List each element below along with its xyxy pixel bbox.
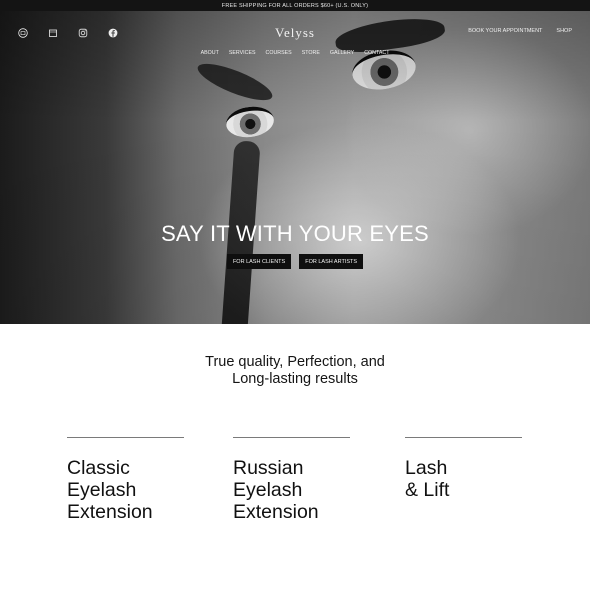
announcement-bar: FREE SHIPPING FOR ALL ORDERS $60+ (U.S. … (0, 0, 590, 11)
nav-item-contact[interactable]: CONTACT (364, 50, 389, 56)
service-title-line: Extension (233, 501, 319, 523)
tagline: True quality, Perfection, and Long-lasti… (0, 354, 590, 388)
tagline-line: True quality, Perfection, and (205, 354, 385, 370)
shop-link[interactable]: SHOP (556, 28, 572, 34)
hero-title: SAY IT WITH YOUR EYES (161, 221, 429, 246)
divider (405, 437, 522, 438)
nav-item-courses[interactable]: COURSES (266, 50, 292, 56)
main-nav: ABOUT SERVICES COURSES STORE GALLERY CON… (0, 50, 590, 56)
nav-item-store[interactable]: STORE (302, 50, 320, 56)
service-card-classic[interactable]: Classic Eyelash Extension (67, 437, 184, 523)
hero-overlay (0, 11, 590, 324)
header-links: BOOK YOUR APPOINTMENT SHOP (468, 28, 572, 34)
tagline-line: Long-lasting results (232, 371, 358, 387)
service-title-line: Lash (405, 457, 448, 479)
service-title: Classic Eyelash Extension (67, 457, 184, 523)
service-title-line: & Lift (405, 479, 450, 501)
service-title: Russian Eyelash Extension (233, 457, 350, 523)
hero-cta-group: FOR LASH CLIENTS FOR LASH ARTISTS (0, 254, 590, 269)
nav-item-about[interactable]: ABOUT (201, 50, 219, 56)
service-title-line: Extension (67, 501, 153, 523)
service-card-lash-lift[interactable]: Lash & Lift (405, 437, 522, 501)
lash-artists-button[interactable]: FOR LASH ARTISTS (299, 254, 364, 269)
service-title-line: Eyelash (233, 479, 303, 501)
service-title: Lash & Lift (405, 457, 522, 501)
lash-clients-button[interactable]: FOR LASH CLIENTS (226, 254, 292, 269)
nav-item-services[interactable]: SERVICES (229, 50, 256, 56)
service-title-line: Eyelash (67, 479, 137, 501)
divider (233, 437, 350, 438)
service-title-line: Russian (233, 457, 304, 479)
book-appointment-link[interactable]: BOOK YOUR APPOINTMENT (468, 28, 542, 34)
announcement-text: FREE SHIPPING FOR ALL ORDERS $60+ (U.S. … (221, 2, 369, 9)
service-card-russian[interactable]: Russian Eyelash Extension (233, 437, 350, 523)
divider (67, 437, 184, 438)
service-title-line: Classic (67, 457, 130, 479)
hero-banner: Velyss BOOK YOUR APPOINTMENT SHOP ABOUT … (0, 11, 590, 324)
nav-item-gallery[interactable]: GALLERY (330, 50, 354, 56)
